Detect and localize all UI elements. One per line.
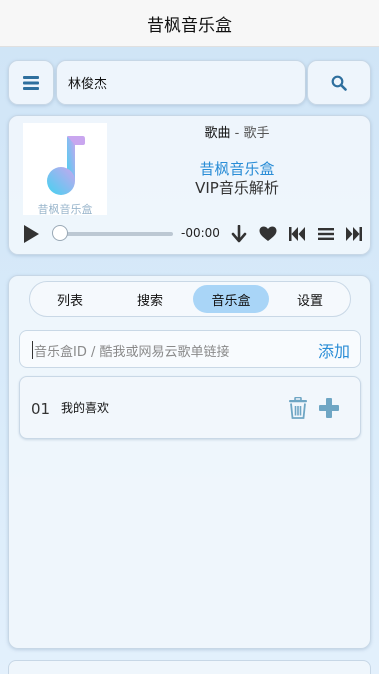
app-title: 昔枫音乐盒 xyxy=(147,15,232,36)
progress-bar[interactable] xyxy=(59,232,173,236)
brand-name: 昔枫音乐盒 xyxy=(199,160,275,178)
tab-bar: 列表 搜索 音乐盒 设置 xyxy=(29,281,351,317)
time-display: -00:00 xyxy=(181,226,220,240)
like-button[interactable] xyxy=(257,224,279,244)
menu-button[interactable] xyxy=(8,60,54,105)
search-input-value: 林俊杰 xyxy=(68,77,108,92)
list-item[interactable]: 01 我的喜欢 xyxy=(19,376,361,439)
song-title: 歌曲 xyxy=(204,126,231,141)
progress-handle[interactable] xyxy=(52,225,68,241)
add-button[interactable]: 添加 xyxy=(318,331,350,369)
add-to-list-button[interactable] xyxy=(318,397,340,423)
tab-musicbox[interactable]: 音乐盒 xyxy=(193,285,269,313)
app-title-bar: 昔枫音乐盒 xyxy=(0,0,379,47)
next-button[interactable] xyxy=(344,224,364,244)
tab-settings[interactable]: 设置 xyxy=(276,285,344,313)
album-cover: 昔枫音乐盒 xyxy=(23,123,107,216)
trash-icon xyxy=(289,396,307,419)
skip-forward-icon xyxy=(346,227,362,241)
search-button[interactable] xyxy=(307,60,371,105)
item-number: 01 xyxy=(31,400,51,418)
play-button[interactable] xyxy=(21,224,41,244)
player-card: 昔枫音乐盒 歌曲 - 歌手 昔枫音乐盒 VIP音乐解析 -00:00 xyxy=(8,115,371,255)
music-note-icon xyxy=(47,136,85,195)
song-artist: 歌手 xyxy=(243,126,270,141)
item-name: 我的喜欢 xyxy=(61,401,110,415)
plus-icon xyxy=(319,398,339,418)
brand-subtitle: VIP音乐解析 xyxy=(195,179,279,197)
content-panel: 列表 搜索 音乐盒 设置 音乐盒ID / 酷我或网易云歌单链接 添加 01 我的… xyxy=(8,275,371,649)
musicbox-id-input[interactable]: 音乐盒ID / 酷我或网易云歌单链接 xyxy=(32,341,302,360)
list-icon xyxy=(318,228,334,240)
skip-back-icon xyxy=(289,227,305,241)
playlist-button[interactable] xyxy=(316,224,336,244)
cover-caption: 昔枫音乐盒 xyxy=(37,203,93,216)
delete-button[interactable] xyxy=(288,396,308,423)
now-playing-line: 歌曲 - 歌手 xyxy=(109,122,365,141)
musicbox-add-row: 音乐盒ID / 酷我或网易云歌单链接 添加 xyxy=(19,330,361,368)
tab-list[interactable]: 列表 xyxy=(36,285,104,313)
menu-icon xyxy=(23,75,39,90)
previous-button[interactable] xyxy=(287,224,307,244)
search-icon xyxy=(331,75,347,91)
tab-search[interactable]: 搜索 xyxy=(116,285,184,313)
heart-icon xyxy=(259,226,277,241)
search-input[interactable]: 林俊杰 xyxy=(56,60,306,105)
play-icon xyxy=(24,225,39,243)
bottom-panel-edge xyxy=(8,660,371,674)
download-button[interactable] xyxy=(229,224,249,244)
download-icon xyxy=(231,225,247,243)
song-separator: - xyxy=(230,126,244,141)
